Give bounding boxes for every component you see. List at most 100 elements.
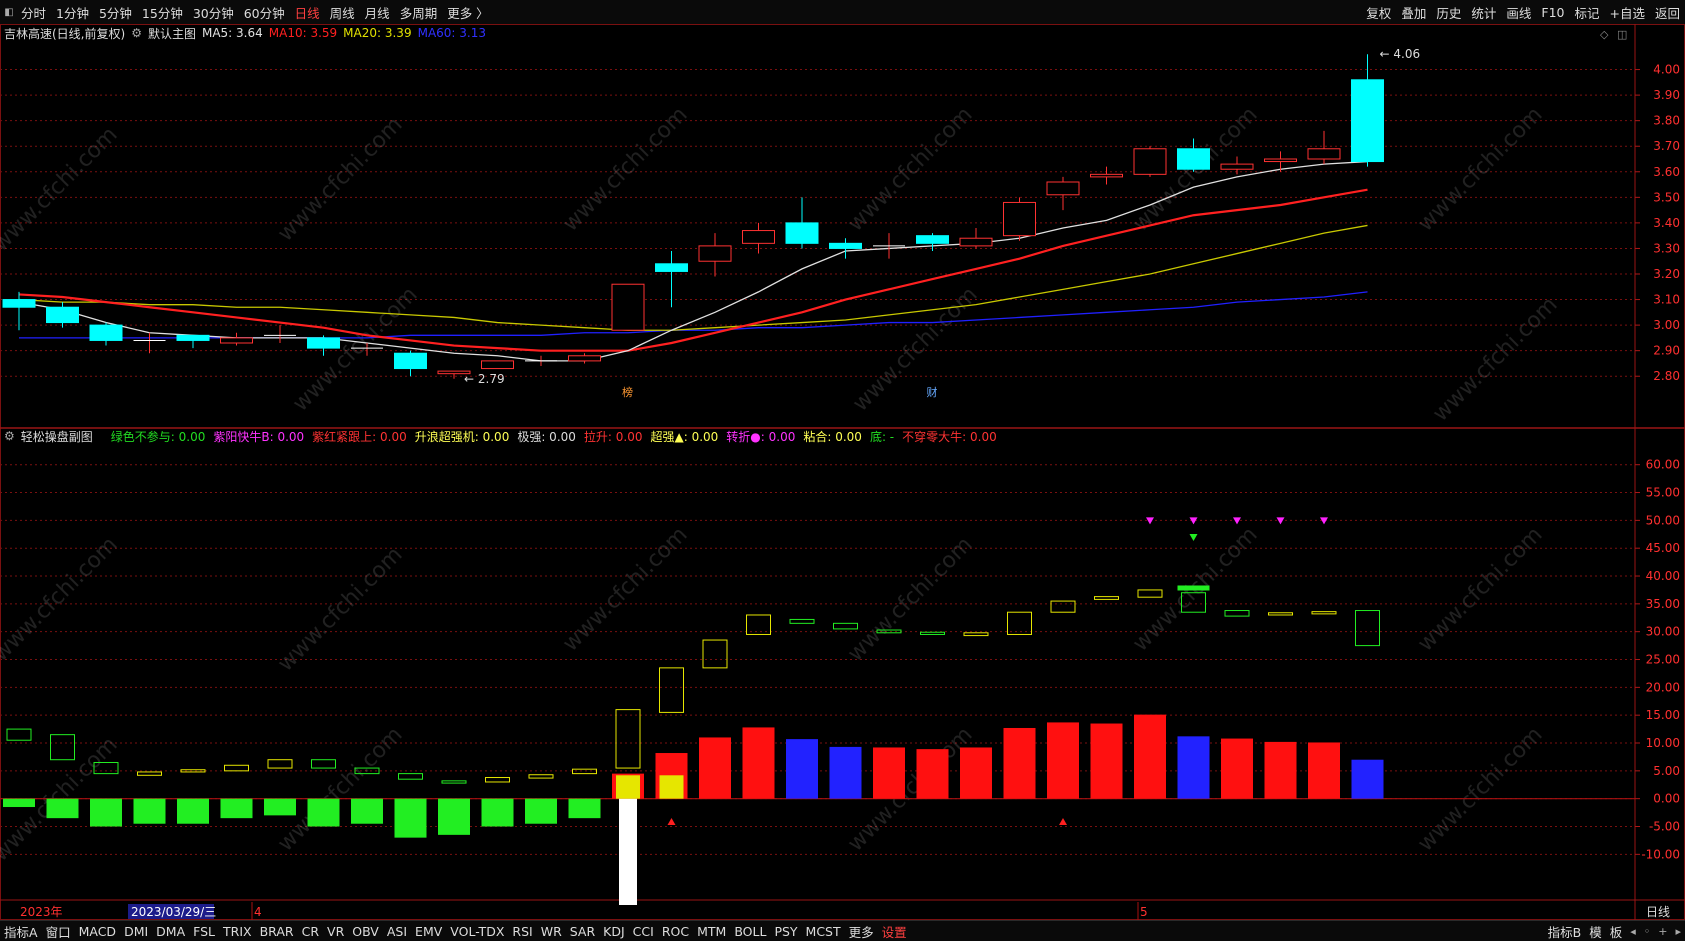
indicator-tab-9[interactable]: VR (323, 924, 348, 939)
candle-body-up (1090, 173, 1123, 178)
candle-body-up (1003, 201, 1036, 237)
event-marker: 榜 (622, 385, 633, 399)
gear-icon[interactable]: ⚙ (131, 26, 142, 40)
bottom-right-tab-2[interactable]: 板 (1606, 922, 1627, 941)
period-2-button[interactable]: 5分钟 (94, 3, 137, 22)
indicator-tab-21[interactable]: BOLL (730, 924, 770, 939)
watermark-text: www.cfchi.com (1413, 522, 1547, 656)
indicator-tab-3[interactable]: DMI (120, 924, 152, 939)
y-tick-label: 3.30 (1653, 241, 1680, 255)
chart-canvas[interactable]: www.cfchi.com www.cfchi.com www.cfchi.com w… (0, 24, 1685, 920)
candle-body-up (1133, 148, 1167, 175)
tool-1-button[interactable]: 叠加 (1396, 3, 1431, 22)
watermark-text: www.cfchi.com (1413, 102, 1547, 236)
scroll-left-icon[interactable]: ◂ (1626, 925, 1640, 938)
indicator-tab-8[interactable]: CR (298, 924, 323, 939)
indicator-tab-4[interactable]: DMA (152, 924, 189, 939)
period-4-button[interactable]: 30分钟 (188, 3, 239, 22)
high-label: ← 4.06 (1380, 47, 1421, 61)
bottom-right-tab-1[interactable]: 模 (1585, 922, 1606, 941)
indicator-tab-1[interactable]: 窗口 (42, 922, 75, 941)
indicator-tab-25[interactable]: 设置 (878, 922, 911, 941)
tool-0-button[interactable]: 复权 (1361, 3, 1396, 22)
indicator-tab-15[interactable]: WR (537, 924, 566, 939)
period-10-button[interactable]: 更多 〉 (442, 3, 493, 22)
indicator-tab-17[interactable]: KDJ (599, 924, 629, 939)
period-0-button[interactable]: 分时 (16, 3, 51, 22)
y-tick-label: 20.00 (1646, 680, 1680, 694)
period-8-button[interactable]: 月线 (360, 3, 395, 22)
period-1-button[interactable]: 1分钟 (51, 3, 94, 22)
indicator-tab-19[interactable]: ROC (658, 924, 693, 939)
candle-body-up (698, 245, 732, 262)
indicator-bar (1047, 722, 1079, 799)
watermark-text: www.cfchi.com (0, 532, 123, 666)
candle-body-down (2, 299, 36, 308)
tool-7-button[interactable]: +自选 (1605, 3, 1650, 22)
indicator-tab-23[interactable]: MCST (802, 924, 845, 939)
indicator-tab-13[interactable]: VOL-TDX (446, 924, 508, 939)
indicator-tab-14[interactable]: RSI (508, 924, 536, 939)
sub-legend-item: 紫红紧跟上: 0.00 (312, 429, 407, 444)
y-tick-label: 2.80 (1653, 369, 1680, 383)
indicator-tab-20[interactable]: MTM (693, 924, 730, 939)
indicator-tab-2[interactable]: MACD (75, 924, 120, 939)
period-toolbar: ◧ 分时 1分钟 5分钟 15分钟 30分钟 60分钟 日线 周线 月线 多周期 更多 〉 复权 叠加… (0, 0, 1685, 25)
tool-2-button[interactable]: 历史 (1431, 3, 1466, 22)
indicator-tab-7[interactable]: BRAR (256, 924, 298, 939)
candle-body-down (829, 242, 862, 249)
menu-toggle-icon[interactable]: ◧ (2, 7, 16, 18)
indicator-tab-16[interactable]: SAR (566, 924, 599, 939)
stock-name: 吉林高速(日线,前复权) (4, 26, 126, 41)
indicator-tab-10[interactable]: OBV (348, 924, 383, 939)
indicator-bar (307, 798, 340, 827)
period-9-button[interactable]: 多周期 (395, 3, 443, 22)
y-tick-label: 15.00 (1646, 708, 1680, 722)
indicator-tab-6[interactable]: TRIX (219, 924, 256, 939)
tool-5-button[interactable]: F10 (1536, 5, 1569, 20)
sub-chart-title[interactable]: 轻松操盘副图 (21, 428, 93, 445)
candle-body-down (307, 337, 340, 349)
y-tick-label: 3.10 (1653, 293, 1680, 307)
period-3-button[interactable]: 15分钟 (137, 3, 188, 22)
indicator-bar (220, 798, 253, 819)
indicator-tab-0[interactable]: 指标A (0, 922, 42, 941)
zoom-out-icon[interactable]: ◦ (1640, 925, 1655, 938)
indicator-bar (264, 798, 296, 816)
indicator-tab-22[interactable]: PSY (770, 924, 801, 939)
indicator-tab-18[interactable]: CCI (629, 924, 658, 939)
y-tick-label: 3.90 (1653, 88, 1680, 102)
sub-legend-item: 拉升: 0.00 (583, 429, 643, 444)
ma20-value: MA20: 3.39 (343, 26, 412, 40)
scroll-right-icon[interactable]: ▸ (1671, 925, 1685, 938)
zoom-in-icon[interactable]: + (1654, 925, 1671, 938)
tool-8-button[interactable]: 返回 (1650, 3, 1685, 22)
indicator-bar (133, 798, 166, 824)
watermark-text: www.cfchi.com (1428, 292, 1562, 426)
candle-body-up (959, 237, 993, 247)
indicator-tab-24[interactable]: 更多 (845, 922, 878, 941)
y-tick-label: 0.00 (1653, 792, 1680, 806)
period-7-button[interactable]: 周线 (325, 3, 360, 22)
gear-icon[interactable]: ⚙ (4, 429, 15, 443)
main-chart-title[interactable]: 默认主图 (148, 25, 196, 42)
diamond-icon: ◇ (1600, 28, 1609, 41)
indicator-tab-5[interactable]: FSL (189, 924, 219, 939)
tool-3-button[interactable]: 统计 (1466, 3, 1501, 22)
tool-6-button[interactable]: 标记 (1569, 3, 1604, 22)
indicator-box (1224, 610, 1250, 617)
bottom-right-tab-0[interactable]: 指标B (1544, 922, 1586, 941)
period-5-button[interactable]: 60分钟 (239, 3, 290, 22)
indicator-bar (1264, 741, 1297, 799)
tool-4-button[interactable]: 画线 (1501, 3, 1536, 22)
indicator-box (659, 667, 684, 713)
indicator-box (1050, 600, 1076, 613)
ma60-value: MA60: 3.13 (417, 26, 487, 40)
y-tick-label: 45.00 (1646, 541, 1680, 555)
indicator-box (702, 639, 728, 669)
period-6-button[interactable]: 日线 (290, 3, 325, 22)
purple-down-triangle (1146, 517, 1154, 525)
indicator-tab-11[interactable]: ASI (383, 924, 411, 939)
cursor-date-label: 2023/03/29/三 (131, 905, 216, 919)
indicator-tab-12[interactable]: EMV (411, 924, 446, 939)
